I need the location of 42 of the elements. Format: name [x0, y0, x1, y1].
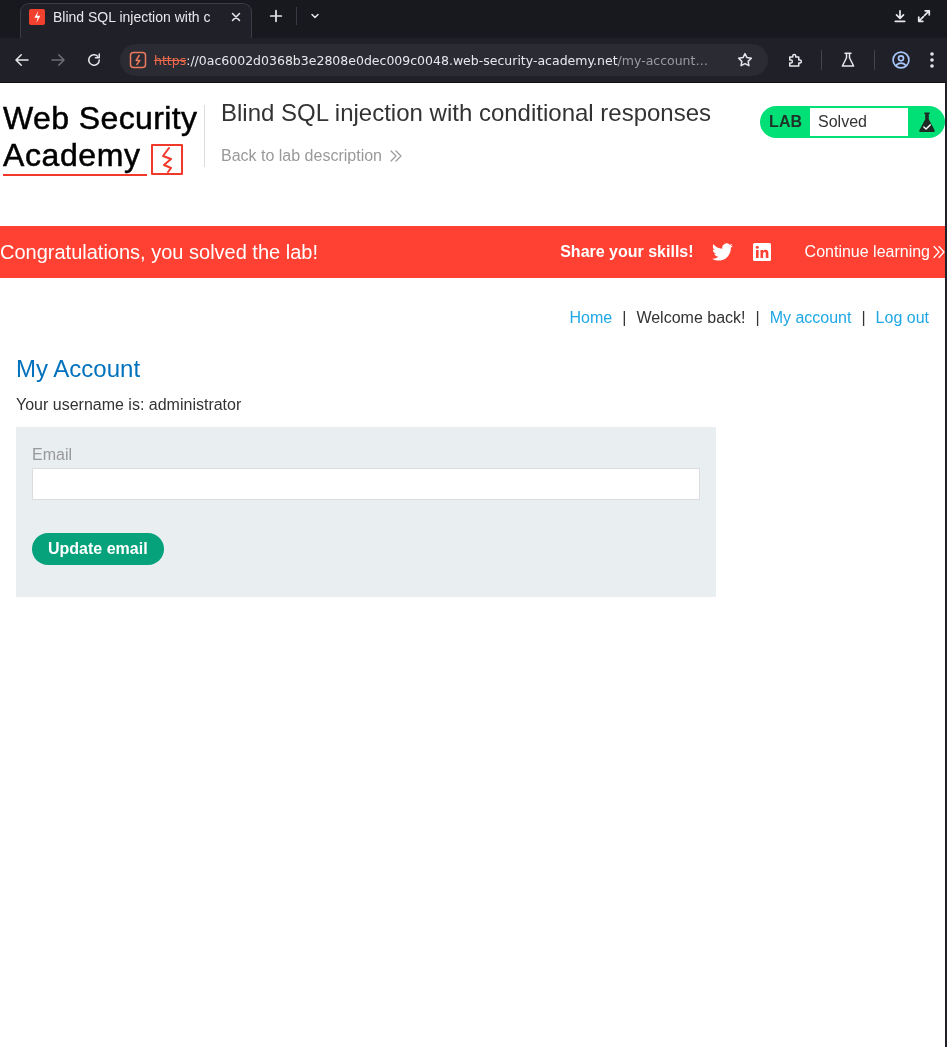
success-message: Congratulations, you solved the lab! [0, 240, 318, 264]
nav-link[interactable]: My account [769, 308, 852, 328]
welcome-text: Welcome back! [636, 308, 746, 328]
back-icon[interactable] [13, 51, 31, 69]
linkedin-icon[interactable] [752, 243, 771, 261]
download-icon[interactable] [893, 9, 907, 23]
expand-icon[interactable] [917, 9, 931, 23]
email-input-field[interactable] [32, 468, 700, 500]
lab-label: LAB [769, 113, 802, 131]
star-icon[interactable] [736, 51, 754, 69]
email-label: Email [32, 445, 73, 465]
flask-check-icon [917, 111, 936, 133]
username-text: Your username is: administrator [16, 395, 243, 415]
tab-title: Blind SQL injection with c [53, 8, 212, 25]
logo-text[interactable]: Web Security [3, 100, 201, 137]
update-email-button[interactable]: Update email [32, 533, 164, 565]
url-text: https://0ac6002d0368b3e2808e0dec009c0048.web-security-academy.net/my-account… [154, 52, 709, 68]
logo-text[interactable]: Academy [3, 137, 147, 176]
puzzle-icon[interactable] [786, 51, 804, 69]
lab-status-text: Solved [810, 108, 908, 136]
bird-icon[interactable] [711, 243, 733, 261]
lightning-icon[interactable] [129, 51, 147, 69]
nav-link[interactable]: Home [569, 308, 613, 328]
address-bar[interactable]: https://0ac6002d0368b3e2808e0dec009c0048.web-security-academy.net/my-account… [120, 44, 768, 76]
nav-separator: | [622, 308, 627, 328]
profile-icon[interactable] [891, 50, 911, 70]
continue-learning-link[interactable]: Continue learning [804, 243, 930, 261]
reload-icon[interactable] [85, 51, 103, 69]
lightning-icon [29, 8, 45, 25]
page-heading: My Account [16, 355, 142, 383]
lightning-box-icon [150, 142, 183, 175]
browser-tab[interactable]: Blind SQL injection with c [20, 3, 252, 38]
share-label: Share your skills! [560, 243, 694, 261]
nav-separator: | [755, 308, 760, 328]
nav-separator: | [861, 308, 866, 328]
nav-link[interactable]: Log out [875, 308, 929, 328]
flask-icon[interactable] [839, 51, 857, 69]
plus-icon[interactable] [268, 8, 284, 24]
menu-icon[interactable] [929, 51, 935, 69]
lab-title: Blind SQL injection with conditional responses [221, 99, 712, 127]
double-chevron-icon[interactable] [390, 150, 402, 162]
back-link[interactable]: Back to lab description [221, 146, 382, 166]
